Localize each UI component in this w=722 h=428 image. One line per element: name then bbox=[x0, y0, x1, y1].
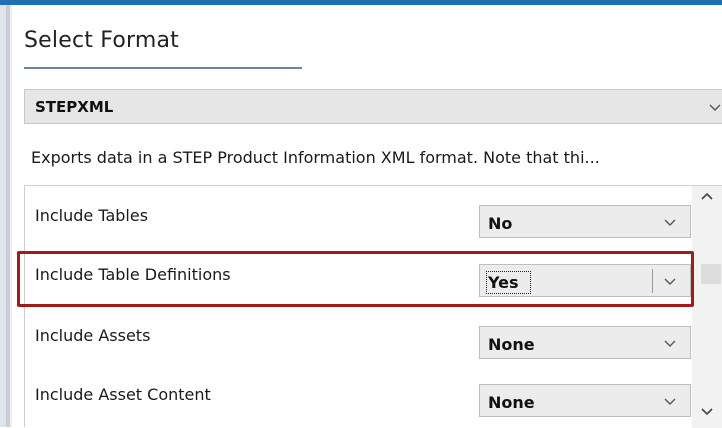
title-underline bbox=[24, 67, 302, 69]
chevron-up-icon[interactable] bbox=[701, 192, 713, 200]
include-assets-dropdown[interactable]: None bbox=[479, 326, 691, 359]
left-edge-divider bbox=[10, 5, 12, 427]
dropdown-value: None bbox=[488, 393, 535, 412]
chevron-down-icon[interactable] bbox=[701, 408, 713, 416]
property-label: Include Tables bbox=[35, 206, 149, 225]
section-title: Select Format bbox=[24, 28, 179, 53]
chevron-down-icon bbox=[664, 219, 676, 227]
include-asset-content-dropdown[interactable]: None bbox=[479, 384, 691, 417]
top-accent-bar bbox=[0, 0, 722, 5]
property-label: Include Asset Content bbox=[35, 385, 211, 404]
dropdown-value: No bbox=[488, 214, 513, 233]
include-tables-dropdown[interactable]: No bbox=[479, 205, 691, 238]
chevron-down-icon bbox=[664, 398, 676, 406]
dropdown-value: None bbox=[488, 335, 535, 354]
chevron-down-icon[interactable] bbox=[709, 104, 721, 112]
format-select-value: STEPXML bbox=[35, 98, 114, 116]
highlight-box bbox=[17, 251, 694, 307]
format-description: Exports data in a STEP Product Informati… bbox=[31, 148, 600, 167]
scrollbar-thumb[interactable] bbox=[701, 264, 721, 284]
format-select[interactable]: STEPXML bbox=[24, 89, 722, 124]
chevron-down-icon bbox=[664, 340, 676, 348]
vertical-scrollbar[interactable] bbox=[692, 186, 722, 428]
property-label: Include Assets bbox=[35, 326, 151, 345]
